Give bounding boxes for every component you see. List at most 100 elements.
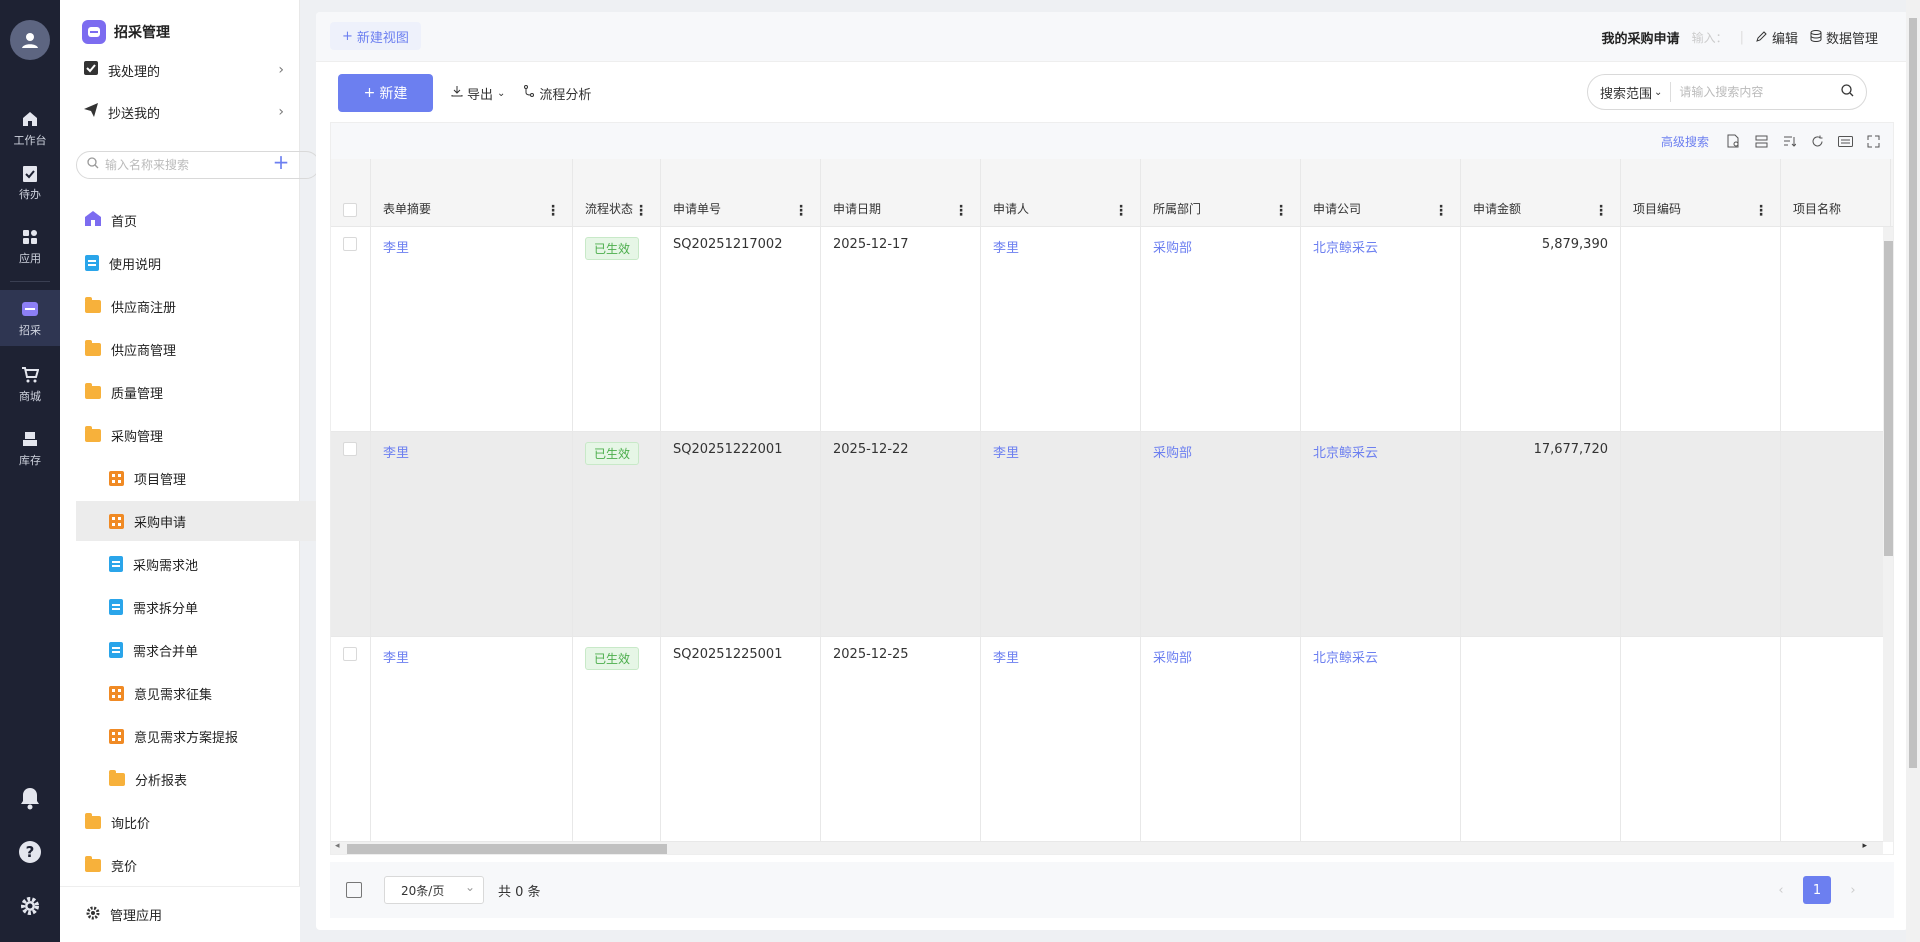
search-icon[interactable] — [1841, 83, 1854, 101]
column-header[interactable]: 申请单号 ⋮ — [661, 159, 821, 227]
cell-applicant[interactable]: 李里 — [981, 637, 1141, 842]
cell-company[interactable]: 北京鲸采云 — [1301, 227, 1461, 432]
keyboard-icon[interactable] — [1837, 133, 1853, 149]
row-checkbox[interactable] — [343, 647, 357, 661]
table-horizontal-scrollbar[interactable]: ◂ ▸ — [331, 841, 1883, 854]
row-height-icon[interactable] — [346, 882, 362, 898]
window-scrollbar[interactable] — [1906, 0, 1920, 942]
rail-item-todo[interactable]: 待办 — [0, 154, 60, 210]
nav-quick-cc[interactable]: 抄送我的 › — [84, 96, 284, 128]
scroll-right-icon[interactable]: ▸ — [1862, 841, 1867, 851]
column-menu-icon[interactable]: ⋮ — [1274, 204, 1288, 218]
nav-item[interactable]: 采购需求池 — [76, 544, 354, 584]
column-menu-icon[interactable]: ⋮ — [634, 204, 648, 218]
column-menu-icon[interactable]: ⋮ — [794, 204, 808, 218]
column-settings-icon[interactable] — [1753, 133, 1769, 149]
page-button-current[interactable]: 1 — [1803, 876, 1831, 904]
rail-item-procurement[interactable]: 招采 — [0, 290, 60, 346]
export-button[interactable]: 导出 ⌄ — [451, 84, 505, 103]
row-select-cell[interactable] — [331, 227, 371, 432]
flow-analysis-button[interactable]: 流程分析 — [523, 84, 591, 103]
input-hint[interactable]: 输入： — [1692, 29, 1728, 46]
table-row[interactable]: 李里 已生效 SQ20251217002 2025-12-17 李里 采购部 北京鲸采云 5,… — [331, 227, 1891, 432]
column-menu-icon[interactable]: ⋮ — [1594, 204, 1608, 218]
nav-item[interactable]: 采购管理 — [76, 415, 354, 455]
row-checkbox[interactable] — [343, 237, 357, 251]
cell-applicant[interactable]: 李里 — [981, 432, 1141, 637]
nav-item[interactable]: 意见需求征集 — [76, 673, 354, 713]
nav-item[interactable]: 供应商注册 — [76, 286, 354, 326]
nav-item[interactable]: 分析报表 — [76, 759, 354, 799]
nav-item[interactable]: 询比价 — [76, 802, 354, 842]
column-header[interactable]: 流程状态 ⋮ — [573, 159, 661, 227]
rail-item-mall[interactable]: 商城 — [0, 356, 60, 412]
edit-button[interactable]: 编辑 — [1756, 28, 1798, 47]
user-avatar[interactable] — [10, 20, 50, 60]
nav-item[interactable]: 采购申请 — [76, 501, 354, 541]
cell-applicant[interactable]: 李里 — [981, 227, 1141, 432]
nav-item[interactable]: 供应商管理 — [76, 329, 354, 369]
refresh-icon[interactable] — [1809, 133, 1825, 149]
settings-button[interactable] — [0, 886, 60, 926]
nav-item[interactable]: 需求合并单 — [76, 630, 354, 670]
rail-item-inventory[interactable]: 库存 — [0, 420, 60, 476]
column-menu-icon[interactable]: ⋮ — [1114, 204, 1128, 218]
sort-icon[interactable] — [1781, 133, 1797, 149]
column-menu-icon[interactable]: ⋮ — [954, 204, 968, 218]
column-header[interactable]: 申请人 ⋮ — [981, 159, 1141, 227]
column-header[interactable]: 申请日期 ⋮ — [821, 159, 981, 227]
rail-item-apps[interactable]: 应用 — [0, 218, 60, 274]
new-record-button[interactable]: + 新建 — [338, 74, 433, 112]
search-input[interactable] — [1671, 85, 1822, 99]
column-header[interactable]: 所属部门 ⋮ — [1141, 159, 1301, 227]
data-manage-button[interactable]: 数据管理 — [1810, 28, 1878, 47]
help-button[interactable]: ? — [0, 832, 60, 872]
page-size-select[interactable]: 20条/页 — [384, 876, 484, 904]
cell-dept[interactable]: 采购部 — [1141, 227, 1301, 432]
next-page-button[interactable]: › — [1839, 876, 1867, 904]
new-view-button[interactable]: + 新建视图 — [330, 22, 421, 50]
table-row[interactable]: 李里 已生效 SQ20251222001 2025-12-22 李里 采购部 北京鲸采云 17… — [331, 432, 1891, 637]
cell-dept[interactable]: 采购部 — [1141, 432, 1301, 637]
notification-bell[interactable] — [0, 778, 60, 818]
cell-summary[interactable]: 李里 — [371, 227, 573, 432]
advanced-search-link[interactable]: 高级搜索 — [1661, 133, 1709, 150]
column-menu-icon[interactable]: ⋮ — [1754, 204, 1768, 218]
table-row[interactable]: 李里 已生效 SQ20251225001 2025-12-25 李里 采购部 北京鲸采云 — [331, 637, 1891, 842]
row-select-cell[interactable] — [331, 432, 371, 637]
nav-item[interactable]: 需求拆分单 — [76, 587, 354, 627]
search-scope-dropdown[interactable]: 搜索范围 ⌄ — [1588, 82, 1672, 102]
nav-item[interactable]: 首页 — [76, 200, 354, 240]
nav-search-input[interactable] — [105, 158, 255, 172]
nav-item[interactable]: 竞价 — [76, 845, 354, 885]
cell-company[interactable]: 北京鲸采云 — [1301, 637, 1461, 842]
nav-item[interactable]: 项目管理 — [76, 458, 354, 498]
scroll-left-icon[interactable]: ◂ — [335, 841, 340, 851]
column-menu-icon[interactable]: ⋮ — [546, 204, 560, 218]
select-all-checkbox[interactable] — [343, 203, 357, 217]
header-select-all[interactable] — [331, 159, 371, 227]
nav-quick-handled[interactable]: 我处理的 › — [84, 54, 284, 86]
cell-company[interactable]: 北京鲸采云 — [1301, 432, 1461, 637]
row-checkbox[interactable] — [343, 442, 357, 456]
column-header[interactable]: 表单摘要 ⋮ — [371, 159, 573, 227]
table-vertical-scrollbar[interactable] — [1883, 227, 1893, 842]
fullscreen-icon[interactable] — [1865, 133, 1881, 149]
column-menu-icon[interactable]: ⋮ — [1434, 204, 1448, 218]
nav-add-button[interactable]: + — [270, 152, 292, 174]
cell-summary[interactable]: 李里 — [371, 637, 573, 842]
column-header[interactable]: 申请公司 ⋮ — [1301, 159, 1461, 227]
row-select-cell[interactable] — [331, 637, 371, 842]
column-header[interactable]: 项目编码 ⋮ — [1621, 159, 1781, 227]
cell-summary[interactable]: 李里 — [371, 432, 573, 637]
column-header[interactable]: 申请金额 ⋮ — [1461, 159, 1621, 227]
column-header[interactable]: 项目名称 — [1781, 159, 1891, 227]
rail-item-workbench[interactable]: 工作台 — [0, 100, 60, 156]
nav-item[interactable]: 意见需求方案提报 — [76, 716, 354, 756]
cell-dept[interactable]: 采购部 — [1141, 637, 1301, 842]
export-file-icon[interactable] — [1725, 133, 1741, 149]
nav-item[interactable]: 使用说明 — [76, 243, 354, 283]
manage-app-footer[interactable]: 管理应用 — [60, 886, 300, 942]
prev-page-button[interactable]: ‹ — [1767, 876, 1795, 904]
nav-item[interactable]: 质量管理 — [76, 372, 354, 412]
